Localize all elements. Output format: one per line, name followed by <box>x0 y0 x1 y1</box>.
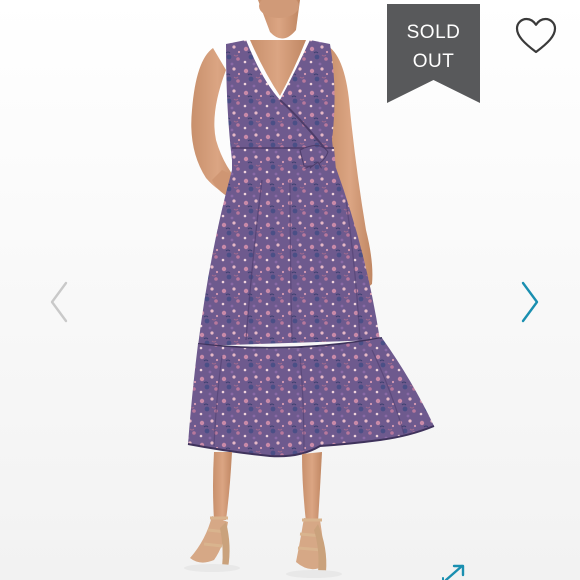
next-image-button[interactable] <box>517 279 543 325</box>
chevron-right-icon <box>521 281 539 323</box>
expand-arrow-icon <box>442 564 465 580</box>
product-photo <box>0 0 580 580</box>
expand-image-button[interactable] <box>442 562 470 580</box>
sold-out-line2: OUT <box>412 51 455 72</box>
product-carousel: SOLD OUT <box>0 0 580 580</box>
like-button[interactable] <box>514 16 558 56</box>
sold-out-badge: SOLD OUT <box>387 4 480 103</box>
sold-out-line1: SOLD <box>406 22 461 43</box>
sold-out-label: SOLD OUT <box>387 18 480 76</box>
previous-image-button[interactable] <box>46 279 72 325</box>
heart-outline-icon <box>515 17 557 54</box>
chevron-left-icon <box>50 281 68 323</box>
